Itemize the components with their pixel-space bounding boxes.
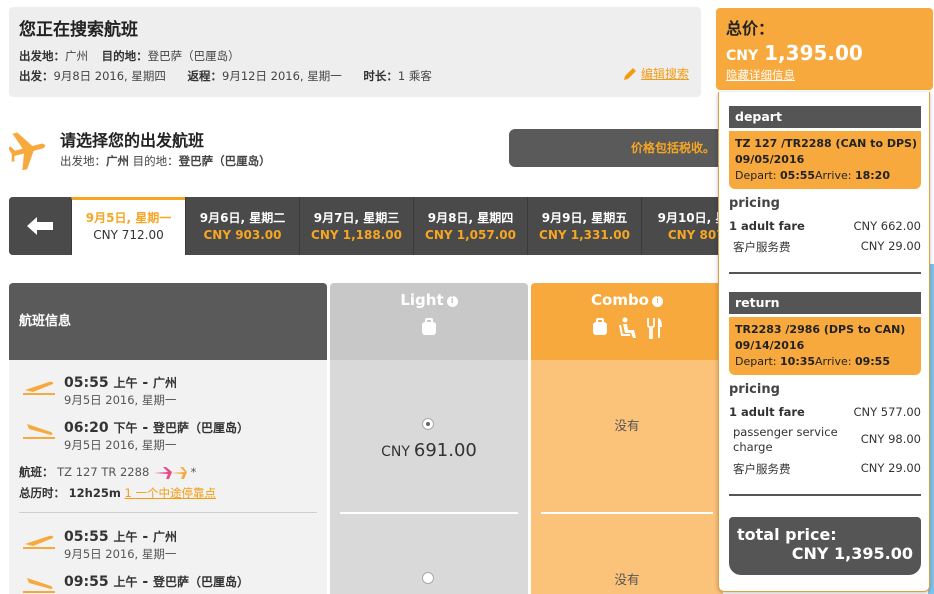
total-label: 总价：	[726, 19, 775, 38]
landing-icon	[23, 578, 55, 593]
pencil-icon	[623, 67, 636, 80]
date-tab[interactable]: 9月10日, 星期 CNY 807.	[641, 197, 723, 255]
flight-info-column: 05:55 上午 - 广州 9月5日 2016, 星期一 06:20 下午 - …	[9, 360, 327, 594]
date-tab[interactable]: 9月6日, 星期二 CNY 903.00	[185, 197, 299, 255]
tax-note: 价格包括税收。	[509, 129, 723, 167]
date-tab[interactable]: 9月8日, 星期四 CNY 1,057.00	[413, 197, 527, 255]
arr-time: 09:55	[64, 574, 109, 590]
landing-icon	[23, 424, 55, 439]
combo-fare-header: Combo i	[531, 283, 723, 360]
route-line: 出发地：广州 目的地：登巴萨（巴厘岛）	[19, 49, 240, 63]
total-duration: 总历时： 12h25m 1 一个中途停靠点	[19, 486, 216, 500]
edit-search-link[interactable]: 编辑搜索	[623, 65, 689, 82]
baggage-icon	[593, 318, 607, 335]
seat-icon	[619, 317, 636, 338]
stops-link[interactable]: 1 一个中途停靠点	[125, 486, 216, 500]
depart-pricing-label: pricing	[729, 196, 780, 211]
takeoff-icon	[23, 535, 55, 549]
combo-fare-column: 没有 没有	[531, 360, 723, 594]
row-divider	[19, 512, 317, 513]
info-icon[interactable]: i	[446, 296, 458, 307]
price-details-panel: depart TZ 127 /TR2288 (CAN to DPS) 09/05…	[718, 92, 930, 592]
arrow-left-icon	[27, 217, 53, 235]
dep-date: 9月5日 2016, 星期一	[64, 393, 177, 407]
depart-service-row: 客户服务费 CNY 29.00	[733, 239, 921, 254]
info-icon[interactable]: i	[652, 296, 663, 307]
depart-flight-card: TZ 127 /TR2288 (CAN to DPS) 09/05/2016 D…	[729, 131, 921, 189]
return-header: return	[729, 292, 921, 314]
date-tab[interactable]: 9月9日, 星期五 CNY 1,331.00	[527, 197, 641, 255]
takeoff-icon	[23, 381, 55, 395]
light-fare-radio[interactable]	[422, 418, 434, 430]
hide-details-link[interactable]: 隐藏详细信息	[726, 67, 923, 83]
flight-info-header: 航班信息	[9, 283, 327, 360]
total-price-box: 总价： CNY 1,395.00 隐藏详细信息	[716, 8, 933, 90]
return-psc-row: passenger service charge CNY 98.00	[733, 425, 921, 454]
return-pricing-label: pricing	[729, 382, 780, 397]
airline-plane-icon	[153, 466, 187, 479]
depart-header: depart	[729, 106, 921, 128]
date-tab[interactable]: 9月5日, 星期一 CNY 712.00	[71, 197, 185, 255]
return-flight-card: TR2283 /2986 (DPS to CAN) 09/14/2016 Dep…	[729, 317, 921, 375]
light-fare-column: CNY 691.00	[330, 360, 528, 594]
passengers-value: 1 乘客	[397, 69, 432, 83]
combo-unavailable: 没有	[614, 418, 640, 433]
departure-plane-icon	[9, 132, 46, 170]
dep-time: 05:55	[64, 375, 109, 391]
flight-number: 航班： TZ 127 TR 2288 *	[19, 465, 197, 479]
prev-dates-button[interactable]	[9, 197, 71, 255]
from-value: 广州	[65, 49, 88, 63]
light-fare-header: Light i	[330, 283, 528, 360]
return-value: 9月12日 2016, 星期一	[222, 69, 342, 83]
depart-value: 9月8日 2016, 星期四	[53, 69, 166, 83]
grand-total: total price: CNY 1,395.00	[729, 517, 921, 575]
arr-time: 06:20	[64, 420, 109, 436]
total-amount: CNY 1,395.00	[726, 41, 863, 65]
search-title: 您正在搜索航班	[19, 20, 138, 40]
date-selector: 9月5日, 星期一 CNY 712.00 9月6日, 星期二 CNY 903.0…	[9, 197, 723, 255]
date-tab[interactable]: 9月7日, 星期三 CNY 1,188.00	[299, 197, 413, 255]
light-fare-radio[interactable]	[422, 572, 434, 584]
combo-unavailable: 没有	[614, 572, 640, 587]
dep-date: 9月5日 2016, 星期一	[64, 547, 177, 561]
arr-date: 9月5日 2016, 星期一	[64, 438, 177, 452]
light-fare-price[interactable]: CNY 691.00	[330, 440, 528, 461]
outbound-route: 出发地：广州 目的地：登巴萨（巴厘岛）	[60, 154, 271, 168]
depart-fare-row: 1 adult fare CNY 662.00	[729, 219, 921, 233]
return-fare-row: 1 adult fare CNY 577.00	[729, 405, 921, 419]
dep-time: 05:55	[64, 529, 109, 545]
dates-line: 出发：9月8日 2016, 星期四 返程：9月12日 2016, 星期一 时长：…	[19, 69, 432, 83]
baggage-icon	[422, 318, 436, 335]
outbound-title: 请选择您的出发航班	[60, 131, 205, 150]
return-service-row: 客户服务费 CNY 29.00	[733, 461, 921, 476]
search-summary: 您正在搜索航班 出发地：广州 目的地：登巴萨（巴厘岛） 出发：9月8日 2016…	[9, 7, 701, 97]
meal-icon	[647, 318, 662, 339]
to-value: 登巴萨（巴厘岛）	[147, 49, 240, 63]
